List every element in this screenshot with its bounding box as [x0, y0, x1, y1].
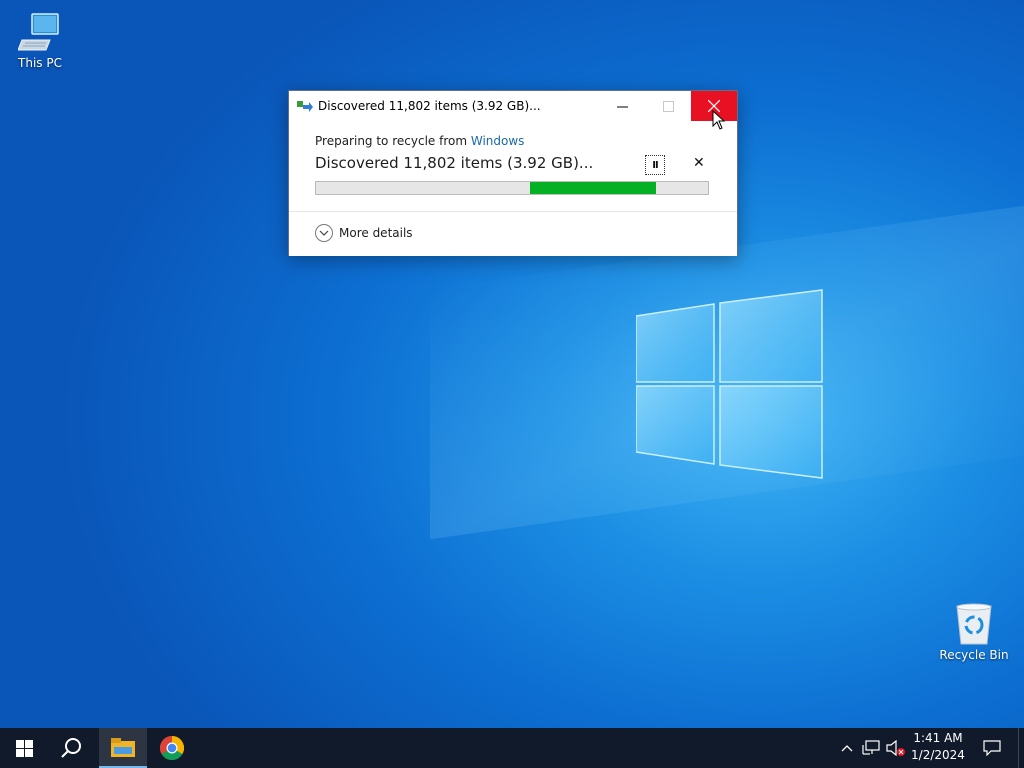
- maximize-icon: [662, 100, 674, 112]
- dialog-title: Discovered 11,802 items (3.92 GB)...: [318, 99, 541, 113]
- recycle-bin-icon: [956, 603, 992, 645]
- source-folder-link[interactable]: Windows: [471, 134, 525, 148]
- volume-button[interactable]: [884, 728, 908, 768]
- notifications-icon: [983, 740, 1001, 756]
- maximize-button: [645, 91, 691, 121]
- file-operation-icon: [297, 101, 313, 112]
- expand-details-button[interactable]: [315, 224, 333, 242]
- clock[interactable]: 1:41 AM 1/2/2024: [908, 730, 968, 764]
- start-button[interactable]: [0, 728, 48, 768]
- chrome-icon: [160, 736, 184, 760]
- dialog-footer: More details: [289, 211, 737, 256]
- search-icon: [61, 738, 81, 758]
- dialog-titlebar[interactable]: Discovered 11,802 items (3.92 GB)...: [289, 91, 737, 121]
- network-button[interactable]: [859, 728, 883, 768]
- recycle-bin-label: Recycle Bin: [939, 648, 1009, 662]
- computer-icon: [18, 13, 59, 51]
- clock-time: 1:41 AM: [913, 731, 963, 745]
- taskbar-file-explorer[interactable]: [99, 728, 147, 768]
- progress-bar-fill: [529, 182, 657, 194]
- preparing-line: Preparing to recycle from Windows: [315, 134, 524, 148]
- chevron-up-icon: [841, 745, 853, 752]
- more-details-label[interactable]: More details: [339, 226, 413, 240]
- desktop-icon-recycle-bin[interactable]: Recycle Bin: [934, 602, 1014, 662]
- show-hidden-icons-button[interactable]: [836, 728, 858, 768]
- windows-start-icon: [15, 739, 33, 757]
- search-button[interactable]: [48, 728, 96, 768]
- taskbar: 1:41 AM 1/2/2024: [0, 728, 1024, 768]
- windows-wallpaper-logo: [636, 289, 823, 479]
- delete-progress-dialog: Discovered 11,802 items (3.92 GB)... Pre…: [288, 90, 738, 256]
- desktop-icon-this-pc[interactable]: This PC: [0, 10, 80, 70]
- mouse-cursor-icon: [712, 110, 726, 130]
- cancel-button[interactable]: ✕: [693, 155, 705, 171]
- preparing-text: Preparing to recycle from: [315, 134, 471, 148]
- volume-muted-icon: [886, 740, 905, 756]
- pause-icon: II: [652, 159, 659, 171]
- network-icon: [862, 740, 880, 755]
- chevron-down-icon: [319, 230, 329, 236]
- status-text: Discovered 11,802 items (3.92 GB)...: [315, 154, 594, 172]
- minimize-icon: [616, 106, 628, 107]
- action-center-button[interactable]: [974, 728, 1010, 768]
- dialog-body: Preparing to recycle from Windows Discov…: [289, 121, 737, 211]
- this-pc-label: This PC: [18, 56, 62, 70]
- minimize-button[interactable]: [599, 91, 645, 121]
- pause-button[interactable]: II: [645, 155, 665, 175]
- clock-date: 1/2/2024: [911, 748, 965, 762]
- file-explorer-icon: [111, 738, 135, 757]
- progress-bar: [315, 181, 709, 195]
- taskbar-chrome[interactable]: [148, 728, 196, 768]
- show-desktop-button[interactable]: [1018, 728, 1024, 768]
